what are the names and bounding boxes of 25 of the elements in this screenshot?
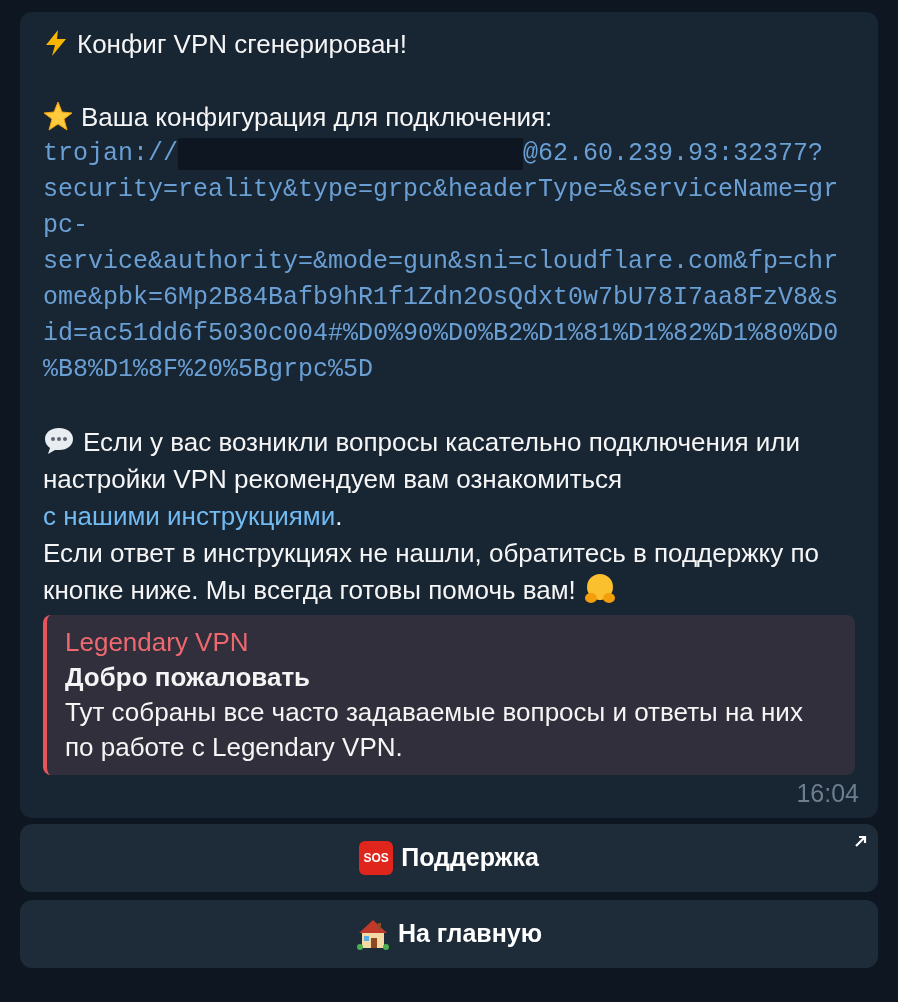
message-title: Конфиг VPN сгенерирован! bbox=[43, 26, 855, 63]
keyboard-button[interactable]: SOS Поддержка bbox=[20, 824, 878, 892]
config-label: Ваша конфигурация для подключения: bbox=[43, 99, 855, 136]
config-code: id=ac51dd6f5030c004#%D0%90%D0%B2%D1%81%D1%82%D1%80%D0 bbox=[43, 318, 840, 350]
sos-badge: SOS bbox=[359, 841, 394, 875]
house-icon bbox=[355, 917, 390, 951]
config-code: ome&pbk=6Mp2B84Bafb9hR1f1Zdn2OsQdxt0w7bU78I7aa8FzV8&s bbox=[43, 282, 840, 314]
lightning-icon bbox=[43, 29, 69, 57]
config-code: pc- bbox=[43, 210, 89, 242]
config-code: security=reality&type=grpc&headerType=&serviceName=gr bbox=[43, 174, 840, 206]
instructions-link[interactable]: с нашими инструкциями bbox=[43, 501, 336, 531]
support-text: Если ответ в инструкциях не нашли, обратитесь в поддержку по кнопке ниже. Мы всегда готовы помочь вам! bbox=[43, 537, 821, 607]
help-text: Если у вас возникли вопросы касательно подключения или настройки VPN рекомендуем вам ознакомиться с нашими инструкциями. bbox=[43, 425, 801, 533]
config-code: trojan:// bbox=[43, 138, 179, 170]
message-time: 16:04 bbox=[796, 778, 859, 809]
preview-title: Добро пожаловать bbox=[65, 661, 312, 694]
preview-description: Тут собраны все часто задаваемые вопросы и ответы на них по работе с Legendary VPN. bbox=[65, 696, 804, 764]
hugging-hands-icon bbox=[583, 573, 616, 605]
keyboard-button[interactable]: На главную bbox=[20, 900, 878, 968]
config-code: service&authority=&mode=gun&sni=cloudflare.com&fp=chr bbox=[43, 246, 840, 278]
speech-bubble-icon bbox=[43, 426, 75, 456]
star-icon bbox=[43, 101, 73, 131]
preview-site: Legendary VPN bbox=[65, 626, 250, 659]
config-code: %B8%D1%8F%20%5Bgrpc%5D bbox=[43, 354, 375, 386]
config-code: @62.60.239.93:32377? bbox=[523, 138, 824, 170]
